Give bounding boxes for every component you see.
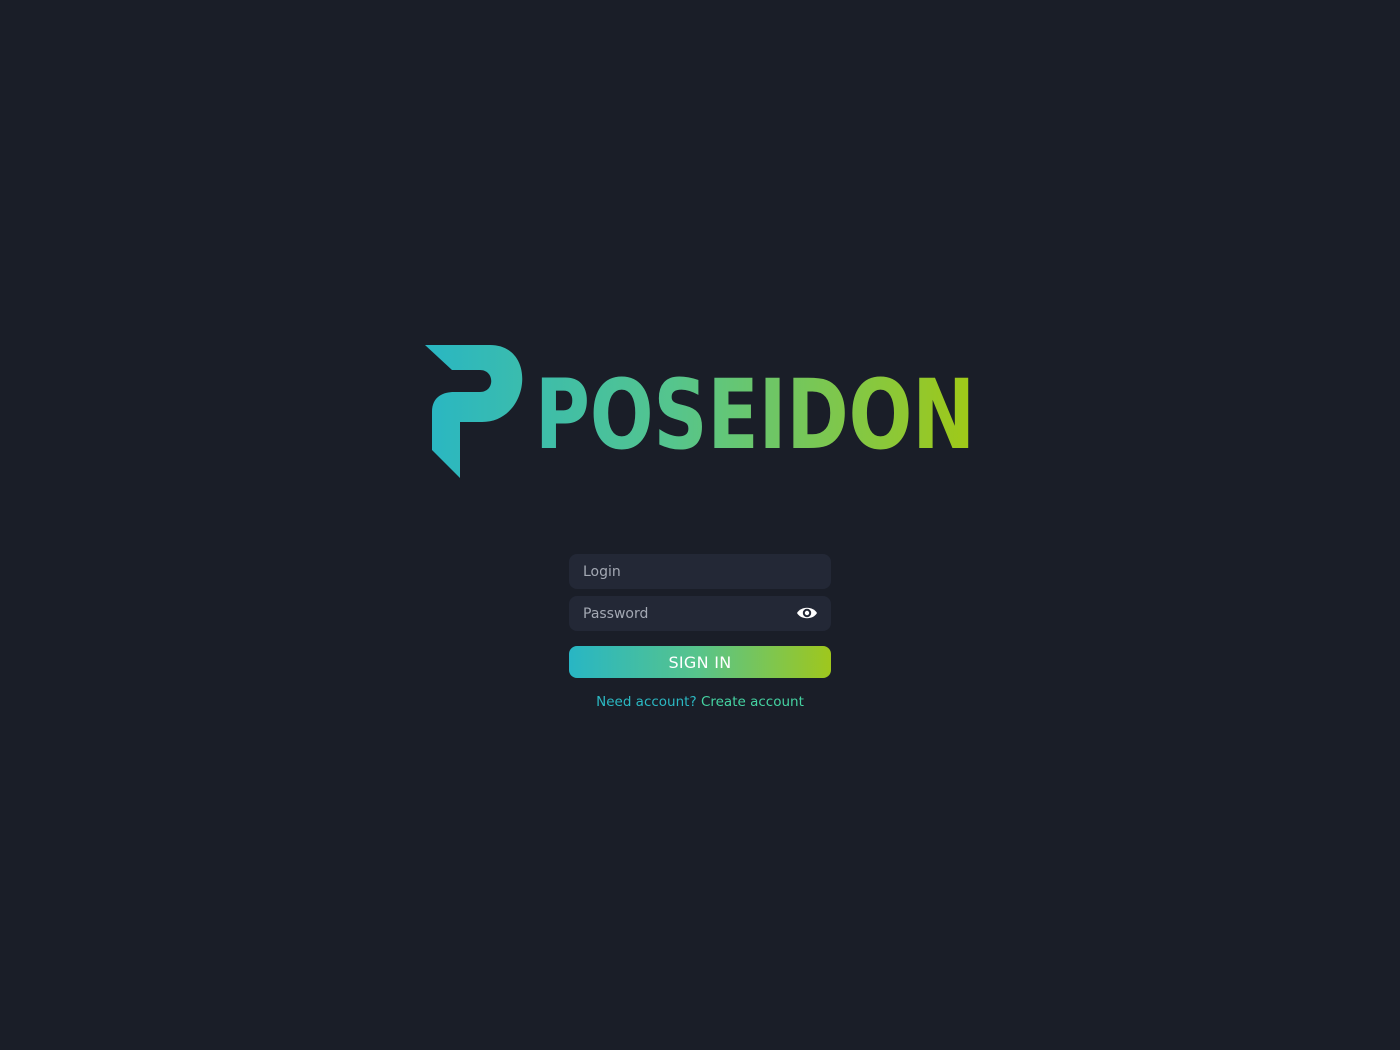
account-footer: Need account? Create account [569, 694, 831, 710]
create-account-link[interactable]: Create account [701, 694, 804, 710]
login-field-container [569, 554, 831, 589]
password-input[interactable] [569, 596, 831, 631]
logo-p-mark [425, 345, 523, 478]
logo-wordmark: POSEIDON [535, 359, 975, 471]
eye-icon[interactable] [796, 605, 818, 621]
sign-in-button[interactable]: SIGN IN [569, 646, 831, 678]
password-field-container [569, 596, 831, 631]
need-account-text: Need account? [596, 694, 697, 710]
login-input[interactable] [569, 554, 831, 589]
poseidon-logo: POSEIDON [420, 340, 980, 485]
logo-graphic: POSEIDON [425, 345, 975, 478]
login-form: SIGN IN Need account? Create account [569, 554, 831, 710]
